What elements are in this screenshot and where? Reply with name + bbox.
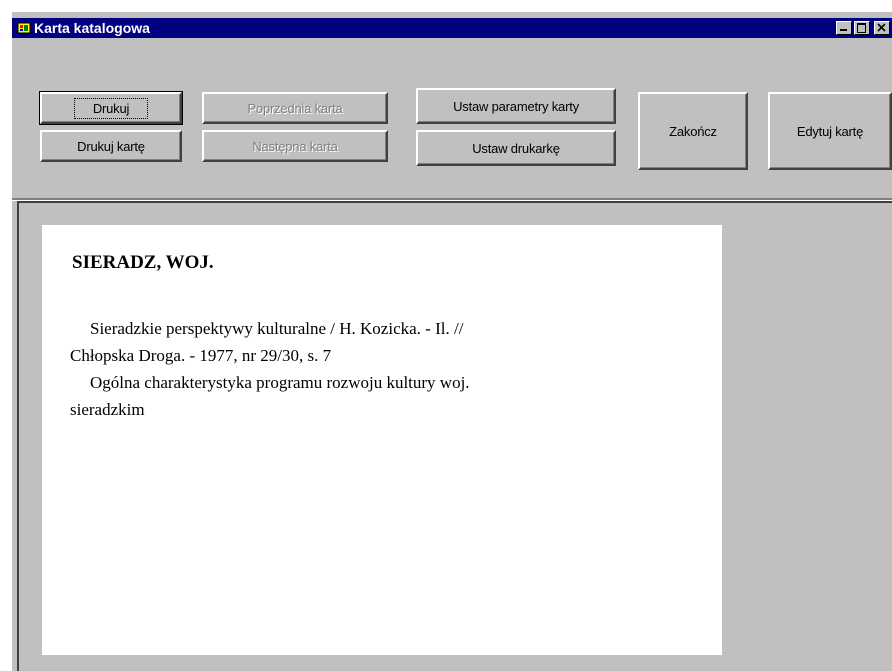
next-card-button[interactable]: Następna karta [202,130,388,162]
print-button[interactable]: Drukuj [39,91,183,125]
previous-card-button-label: Poprzednia karta [247,100,343,116]
window-title: Karta katalogowa [34,20,150,36]
catalog-card-window: Karta katalogowa Drukuj Drukuj kartę Pop… [12,12,892,671]
previous-card-button[interactable]: Poprzednia karta [202,92,388,124]
edit-card-button-label: Edytuj kartę [796,123,864,139]
title-bar[interactable]: Karta katalogowa [12,18,892,38]
close-icon [877,23,886,32]
card-line: sieradzkim [70,400,145,419]
maximize-button[interactable] [854,21,870,35]
card-heading: SIERADZ, WOJ. [72,252,214,273]
toolbar: Drukuj Drukuj kartę Poprzednia karta Nas… [12,38,892,199]
card-settings-button-label: Ustaw parametry karty [453,98,579,114]
edit-card-button[interactable]: Edytuj kartę [768,92,892,170]
card-settings-button[interactable]: Ustaw parametry karty [416,88,616,124]
minimize-button[interactable] [836,21,852,35]
card-line: Ogólna charakterystyka programu rozwoju … [90,373,470,392]
next-card-button-label: Następna karta [252,138,338,154]
app-icon [17,22,31,34]
catalog-card: SIERADZ, WOJ. Sieradzkie perspektywy kul… [42,225,722,655]
minimize-icon [840,29,847,31]
finish-button-label: Zakończ [669,123,717,139]
maximize-icon [857,23,866,33]
print-button-label: Drukuj [73,97,149,119]
finish-button[interactable]: Zakończ [638,92,748,170]
print-card-button[interactable]: Drukuj kartę [40,130,182,162]
close-button[interactable] [874,21,890,35]
printer-settings-button[interactable]: Ustaw drukarkę [416,130,616,166]
card-line: Sieradzkie perspektywy kulturalne / H. K… [90,319,464,338]
printer-settings-button-label: Ustaw drukarkę [472,140,560,156]
card-preview-area: SIERADZ, WOJ. Sieradzkie perspektywy kul… [17,201,892,671]
card-line: Chłopska Droga. - 1977, nr 29/30, s. 7 [70,346,332,365]
print-card-button-label: Drukuj kartę [77,138,145,154]
